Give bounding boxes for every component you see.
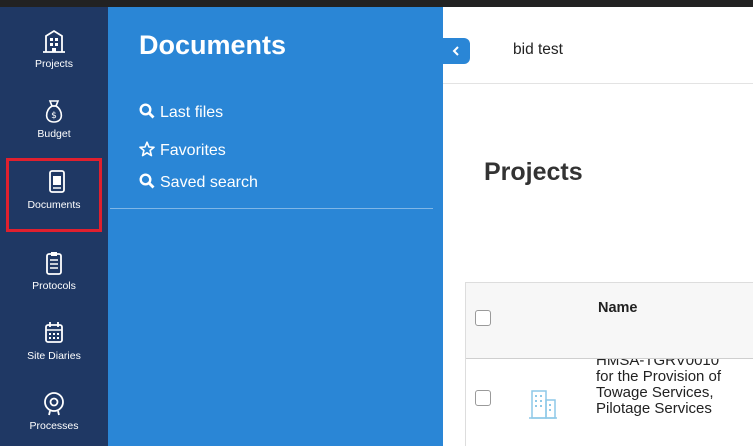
nav-item-site-diaries[interactable]: Site Diaries xyxy=(0,309,108,379)
star-icon xyxy=(139,141,155,157)
calendar-icon xyxy=(45,322,63,343)
nav-item-protocols[interactable]: Protocols xyxy=(0,239,108,309)
link-label: Saved search xyxy=(160,174,258,191)
nav-label: Documents xyxy=(27,199,81,211)
header-title: bid test xyxy=(513,41,563,58)
chevron-left-icon xyxy=(452,46,459,56)
money-bag-icon: $ xyxy=(45,100,63,123)
nav-label: Protocols xyxy=(32,280,76,292)
document-icon xyxy=(49,170,65,193)
favorites-link[interactable]: Favorites xyxy=(139,141,226,160)
panel-title: Documents xyxy=(139,30,287,60)
last-files-link[interactable]: Last files xyxy=(139,103,223,122)
table-row[interactable]: HMSA-TGRV0010 for the Provision of Towag… xyxy=(466,359,753,446)
nav-label: Site Diaries xyxy=(27,350,81,362)
nav-item-documents[interactable]: Documents xyxy=(6,158,102,232)
link-label: Favorites xyxy=(160,142,226,159)
main-content: bid test Projects Name HMSA-TGRV0010 for… xyxy=(443,7,753,446)
clipboard-icon xyxy=(46,252,62,275)
nav-item-projects[interactable]: Projects xyxy=(0,17,108,87)
panel-divider xyxy=(110,208,433,209)
svg-text:$: $ xyxy=(51,111,57,121)
nav-label: Processes xyxy=(29,420,79,432)
nav-label: Budget xyxy=(37,128,71,140)
project-name-line: for the Provision of xyxy=(596,368,722,385)
projects-table: Name HMSA-TGRV0010 for the Provision of … xyxy=(465,282,753,446)
column-header-name[interactable]: Name xyxy=(598,300,638,316)
header-divider xyxy=(443,83,753,84)
nav-item-processes[interactable]: Processes xyxy=(0,379,108,446)
saved-search-link[interactable]: Saved search xyxy=(139,173,258,192)
table-header: Name xyxy=(466,282,753,359)
main-nav-rail: Projects $ Budget Documents Protocols Si… xyxy=(0,7,108,446)
nav-item-budget[interactable]: $ Budget xyxy=(0,87,108,157)
link-label: Last files xyxy=(160,104,224,121)
project-building-icon xyxy=(529,390,557,419)
project-name[interactable]: HMSA-TGRV0010 for the Provision of Towag… xyxy=(596,359,753,417)
select-all-checkbox[interactable] xyxy=(475,310,491,326)
project-name-line: Pilotage Services xyxy=(596,400,712,417)
top-border xyxy=(0,0,753,7)
building-icon xyxy=(43,29,65,53)
search-icon xyxy=(139,103,155,119)
row-checkbox[interactable] xyxy=(475,390,491,406)
search-icon xyxy=(139,173,155,189)
project-name-line: Towage Services, xyxy=(596,384,714,401)
collapse-panel-button[interactable] xyxy=(443,38,470,64)
documents-panel: Documents Last files Favorites Saved sea… xyxy=(108,7,443,446)
page-title: Projects xyxy=(484,158,583,186)
nav-label: Projects xyxy=(35,58,73,70)
process-gear-icon xyxy=(44,392,64,416)
